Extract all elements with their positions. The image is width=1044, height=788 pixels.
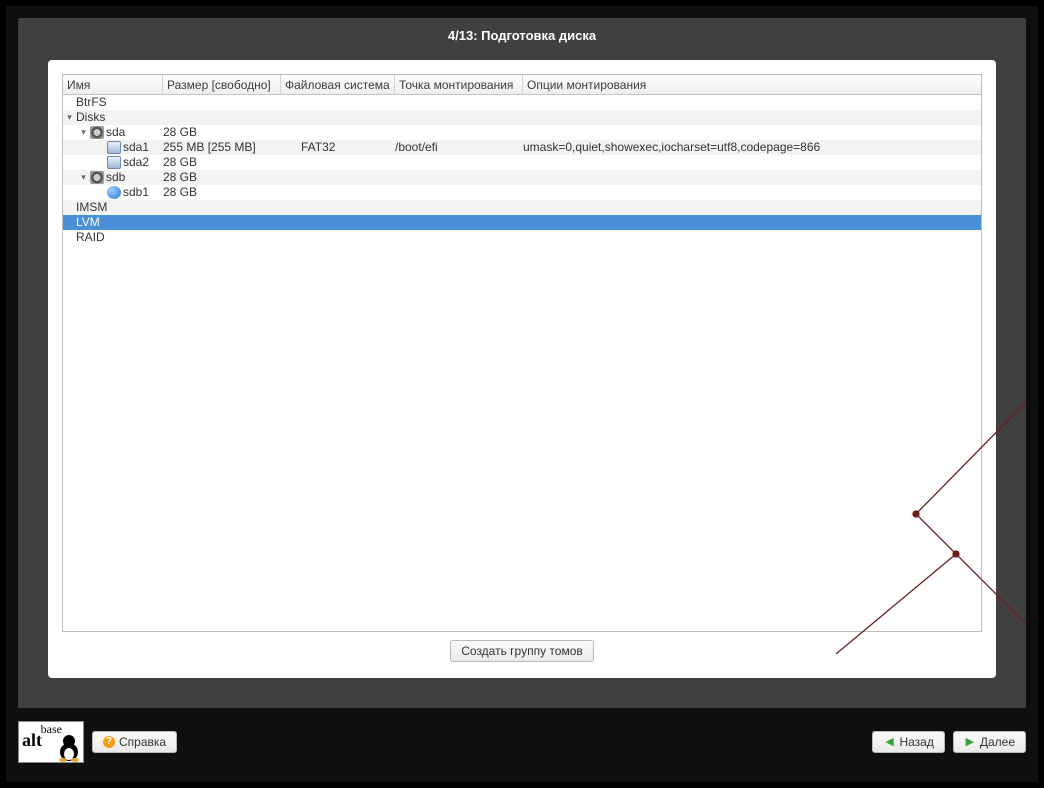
expander-icon[interactable] [65, 98, 74, 107]
tree-row-sdb1[interactable]: sdb1 28 GB [63, 185, 981, 200]
col-mount[interactable]: Точка монтирования [395, 75, 523, 94]
table-header: Имя Размер [свободно] Файловая система Т… [63, 75, 981, 95]
tree-row-sda1[interactable]: sda1 255 MB [255 MB] FAT32 /boot/efi uma… [63, 140, 981, 155]
content-area: Имя Размер [свободно] Файловая система Т… [48, 60, 996, 678]
bottom-bar: base alt ? Справка ◀ Назад ▶ Далее [18, 714, 1026, 770]
expander-icon[interactable]: ▾ [79, 173, 88, 182]
col-name[interactable]: Имя [63, 75, 163, 94]
col-size[interactable]: Размер [свободно] [163, 75, 281, 94]
expander-icon[interactable] [65, 218, 74, 227]
tree-row-sdb[interactable]: ▾sdb 28 GB [63, 170, 981, 185]
expander-icon[interactable]: ▾ [79, 128, 88, 137]
back-button[interactable]: ◀ Назад [872, 731, 944, 753]
tree-row-raid[interactable]: RAID [63, 230, 981, 245]
expander-icon[interactable] [65, 203, 74, 212]
partition-icon [107, 186, 121, 199]
tree-row-disks[interactable]: ▾Disks [63, 110, 981, 125]
arrow-left-icon: ◀ [883, 736, 895, 748]
create-volume-group-button[interactable]: Создать группу томов [450, 640, 594, 662]
tree-row-sda[interactable]: ▾sda 28 GB [63, 125, 981, 140]
partition-icon [107, 141, 121, 154]
disk-tree-table[interactable]: Имя Размер [свободно] Файловая система Т… [62, 74, 982, 632]
installer-panel: 4/13: Подготовка диска Имя Размер [свобо… [18, 18, 1026, 708]
basealt-logo: base alt [18, 721, 84, 763]
help-icon: ? [103, 736, 115, 748]
col-opts[interactable]: Опции монтирования [523, 75, 981, 94]
disk-icon [90, 171, 104, 184]
disk-icon [90, 126, 104, 139]
penguin-icon [57, 732, 81, 762]
arrow-right-icon: ▶ [964, 736, 976, 748]
col-fs[interactable]: Файловая система [281, 75, 395, 94]
tree-row-btrfs[interactable]: BtrFS [63, 95, 981, 110]
expander-icon[interactable]: ▾ [65, 113, 74, 122]
page-title: 4/13: Подготовка диска [18, 18, 1026, 57]
help-button[interactable]: ? Справка [92, 731, 177, 753]
next-button[interactable]: ▶ Далее [953, 731, 1026, 753]
expander-icon[interactable] [65, 233, 74, 242]
tree-row-lvm[interactable]: LVM [63, 215, 981, 230]
partition-icon [107, 156, 121, 169]
tree-row-imsm[interactable]: IMSM [63, 200, 981, 215]
tree-row-sda2[interactable]: sda2 28 GB [63, 155, 981, 170]
